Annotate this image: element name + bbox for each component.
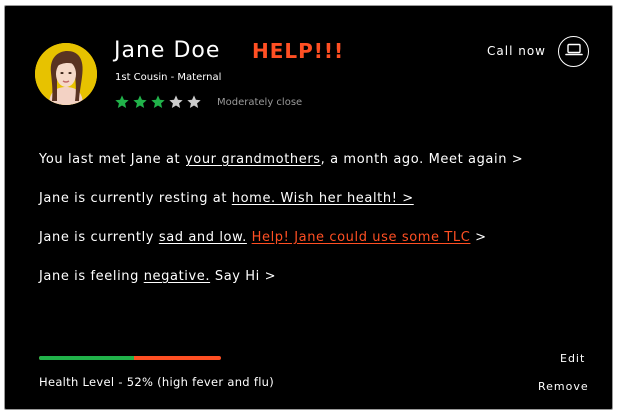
star-filled-icon [115,95,129,108]
feeling-message: Jane is feeling negative. Say Hi > [39,269,276,284]
contact-name: Jane Doe [114,38,221,63]
mood-message: Jane is currently sad and low. Help! Jan… [39,230,487,245]
wish-health-link[interactable]: home. Wish her health! > [232,191,414,206]
contact-card: Jane Doe HELP!!! 1st Cousin - Maternal M… [4,5,613,410]
resting-text: Jane is currently resting at [39,191,232,206]
star-filled-icon [133,95,147,108]
resting-message: Jane is currently resting at home. Wish … [39,191,414,206]
remove-button[interactable]: Remove [538,380,589,393]
tlc-link[interactable]: Help! Jane could use some TLC [252,230,471,245]
say-hi-link[interactable]: Say Hi > [210,269,276,284]
star-empty-icon [169,95,183,108]
meet-again-link[interactable]: , a month ago. Meet again > [321,152,524,167]
star-empty-icon [187,95,201,108]
last-met-text: You last met Jane at [39,152,185,167]
star-filled-icon [151,95,165,108]
last-met-message: You last met Jane at your grandmothers, … [39,152,523,167]
call-now-label[interactable]: Call now [487,44,546,58]
feeling-link[interactable]: negative. [144,269,210,284]
mood-text: Jane is currently [39,230,159,245]
closeness-label: Moderately close [217,97,303,108]
location-link[interactable]: your grandmothers [185,152,321,167]
feeling-text: Jane is feeling [39,269,144,284]
call-button[interactable] [558,36,589,67]
edit-button[interactable]: Edit [560,352,585,365]
health-bar [39,356,221,360]
help-alert[interactable]: HELP!!! [252,39,344,63]
health-level-label: Health Level - 52% (high fever and flu) [39,375,275,389]
closeness-rating [114,94,204,112]
relation-label: 1st Cousin - Maternal [115,72,222,83]
mood-link[interactable]: sad and low. [159,230,247,245]
tlc-arrow[interactable]: > [470,230,486,245]
laptop-icon [564,42,583,61]
avatar[interactable] [35,43,97,105]
avatar-portrait [35,43,97,105]
health-bar-fill [39,356,134,360]
